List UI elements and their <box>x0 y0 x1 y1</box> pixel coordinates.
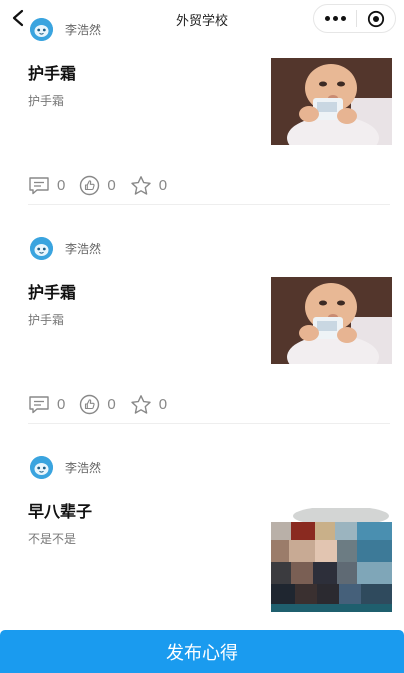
baby-photo-image <box>271 277 392 364</box>
like-count: 0 <box>107 395 116 413</box>
post-author: 李浩然 <box>30 454 101 480</box>
post-author: 李浩然 <box>30 235 101 261</box>
post-image[interactable] <box>271 277 392 364</box>
close-mini-program-button[interactable] <box>357 5 395 32</box>
avatar <box>30 236 53 260</box>
star-icon <box>130 175 151 195</box>
thumbs-up-icon <box>80 175 100 195</box>
post-description: 护手霜 <box>28 94 65 108</box>
post-image[interactable] <box>271 58 392 145</box>
publish-experience-button[interactable]: 发布心得 <box>0 630 404 673</box>
publish-label: 发布心得 <box>166 642 238 663</box>
more-dot <box>340 16 346 21</box>
post-title: 早八辈子 <box>28 504 93 521</box>
post-description: 不是不是 <box>28 532 77 546</box>
comment-button[interactable]: 0 <box>28 395 65 414</box>
post-description: 护手霜 <box>28 313 65 327</box>
favorite-button[interactable]: 0 <box>130 394 167 415</box>
post-title: 护手霜 <box>28 285 77 302</box>
more-dots-icon <box>324 16 330 21</box>
baby-photo-image <box>271 58 392 145</box>
post-divider <box>28 204 390 205</box>
robot-avatar-icon <box>30 17 53 41</box>
comment-icon <box>29 395 49 413</box>
post-author: 李浩然 <box>30 16 101 42</box>
favorite-button[interactable]: 0 <box>130 175 167 196</box>
like-count: 0 <box>107 176 116 194</box>
post-divider <box>28 423 390 424</box>
author-name: 李浩然 <box>65 22 102 37</box>
author-name: 李浩然 <box>65 460 102 475</box>
thumbs-up-icon <box>80 394 100 414</box>
author-name: 李浩然 <box>65 241 102 256</box>
robot-avatar-icon <box>30 236 53 260</box>
comment-count: 0 <box>57 176 66 194</box>
like-button[interactable]: 0 <box>79 394 116 415</box>
comment-button[interactable]: 0 <box>28 176 65 195</box>
comment-count: 0 <box>57 395 66 413</box>
avatar <box>30 455 53 479</box>
like-button[interactable]: 0 <box>79 175 116 196</box>
mini-program-capsule <box>313 4 396 33</box>
favorite-count: 0 <box>158 395 168 413</box>
post-actions: 0 0 0 <box>28 174 181 196</box>
post-actions: 0 0 0 <box>28 393 181 415</box>
avatar <box>30 17 53 41</box>
pixelated-photo-image <box>271 508 392 612</box>
target-icon <box>367 10 385 27</box>
favorite-count: 0 <box>158 176 168 194</box>
more-button[interactable] <box>314 5 356 32</box>
star-icon <box>130 394 151 414</box>
comment-icon <box>29 176 49 194</box>
post-image[interactable] <box>271 508 392 612</box>
post-title: 护手霜 <box>28 66 77 83</box>
robot-avatar-icon <box>30 455 53 479</box>
more-dot <box>332 16 338 21</box>
